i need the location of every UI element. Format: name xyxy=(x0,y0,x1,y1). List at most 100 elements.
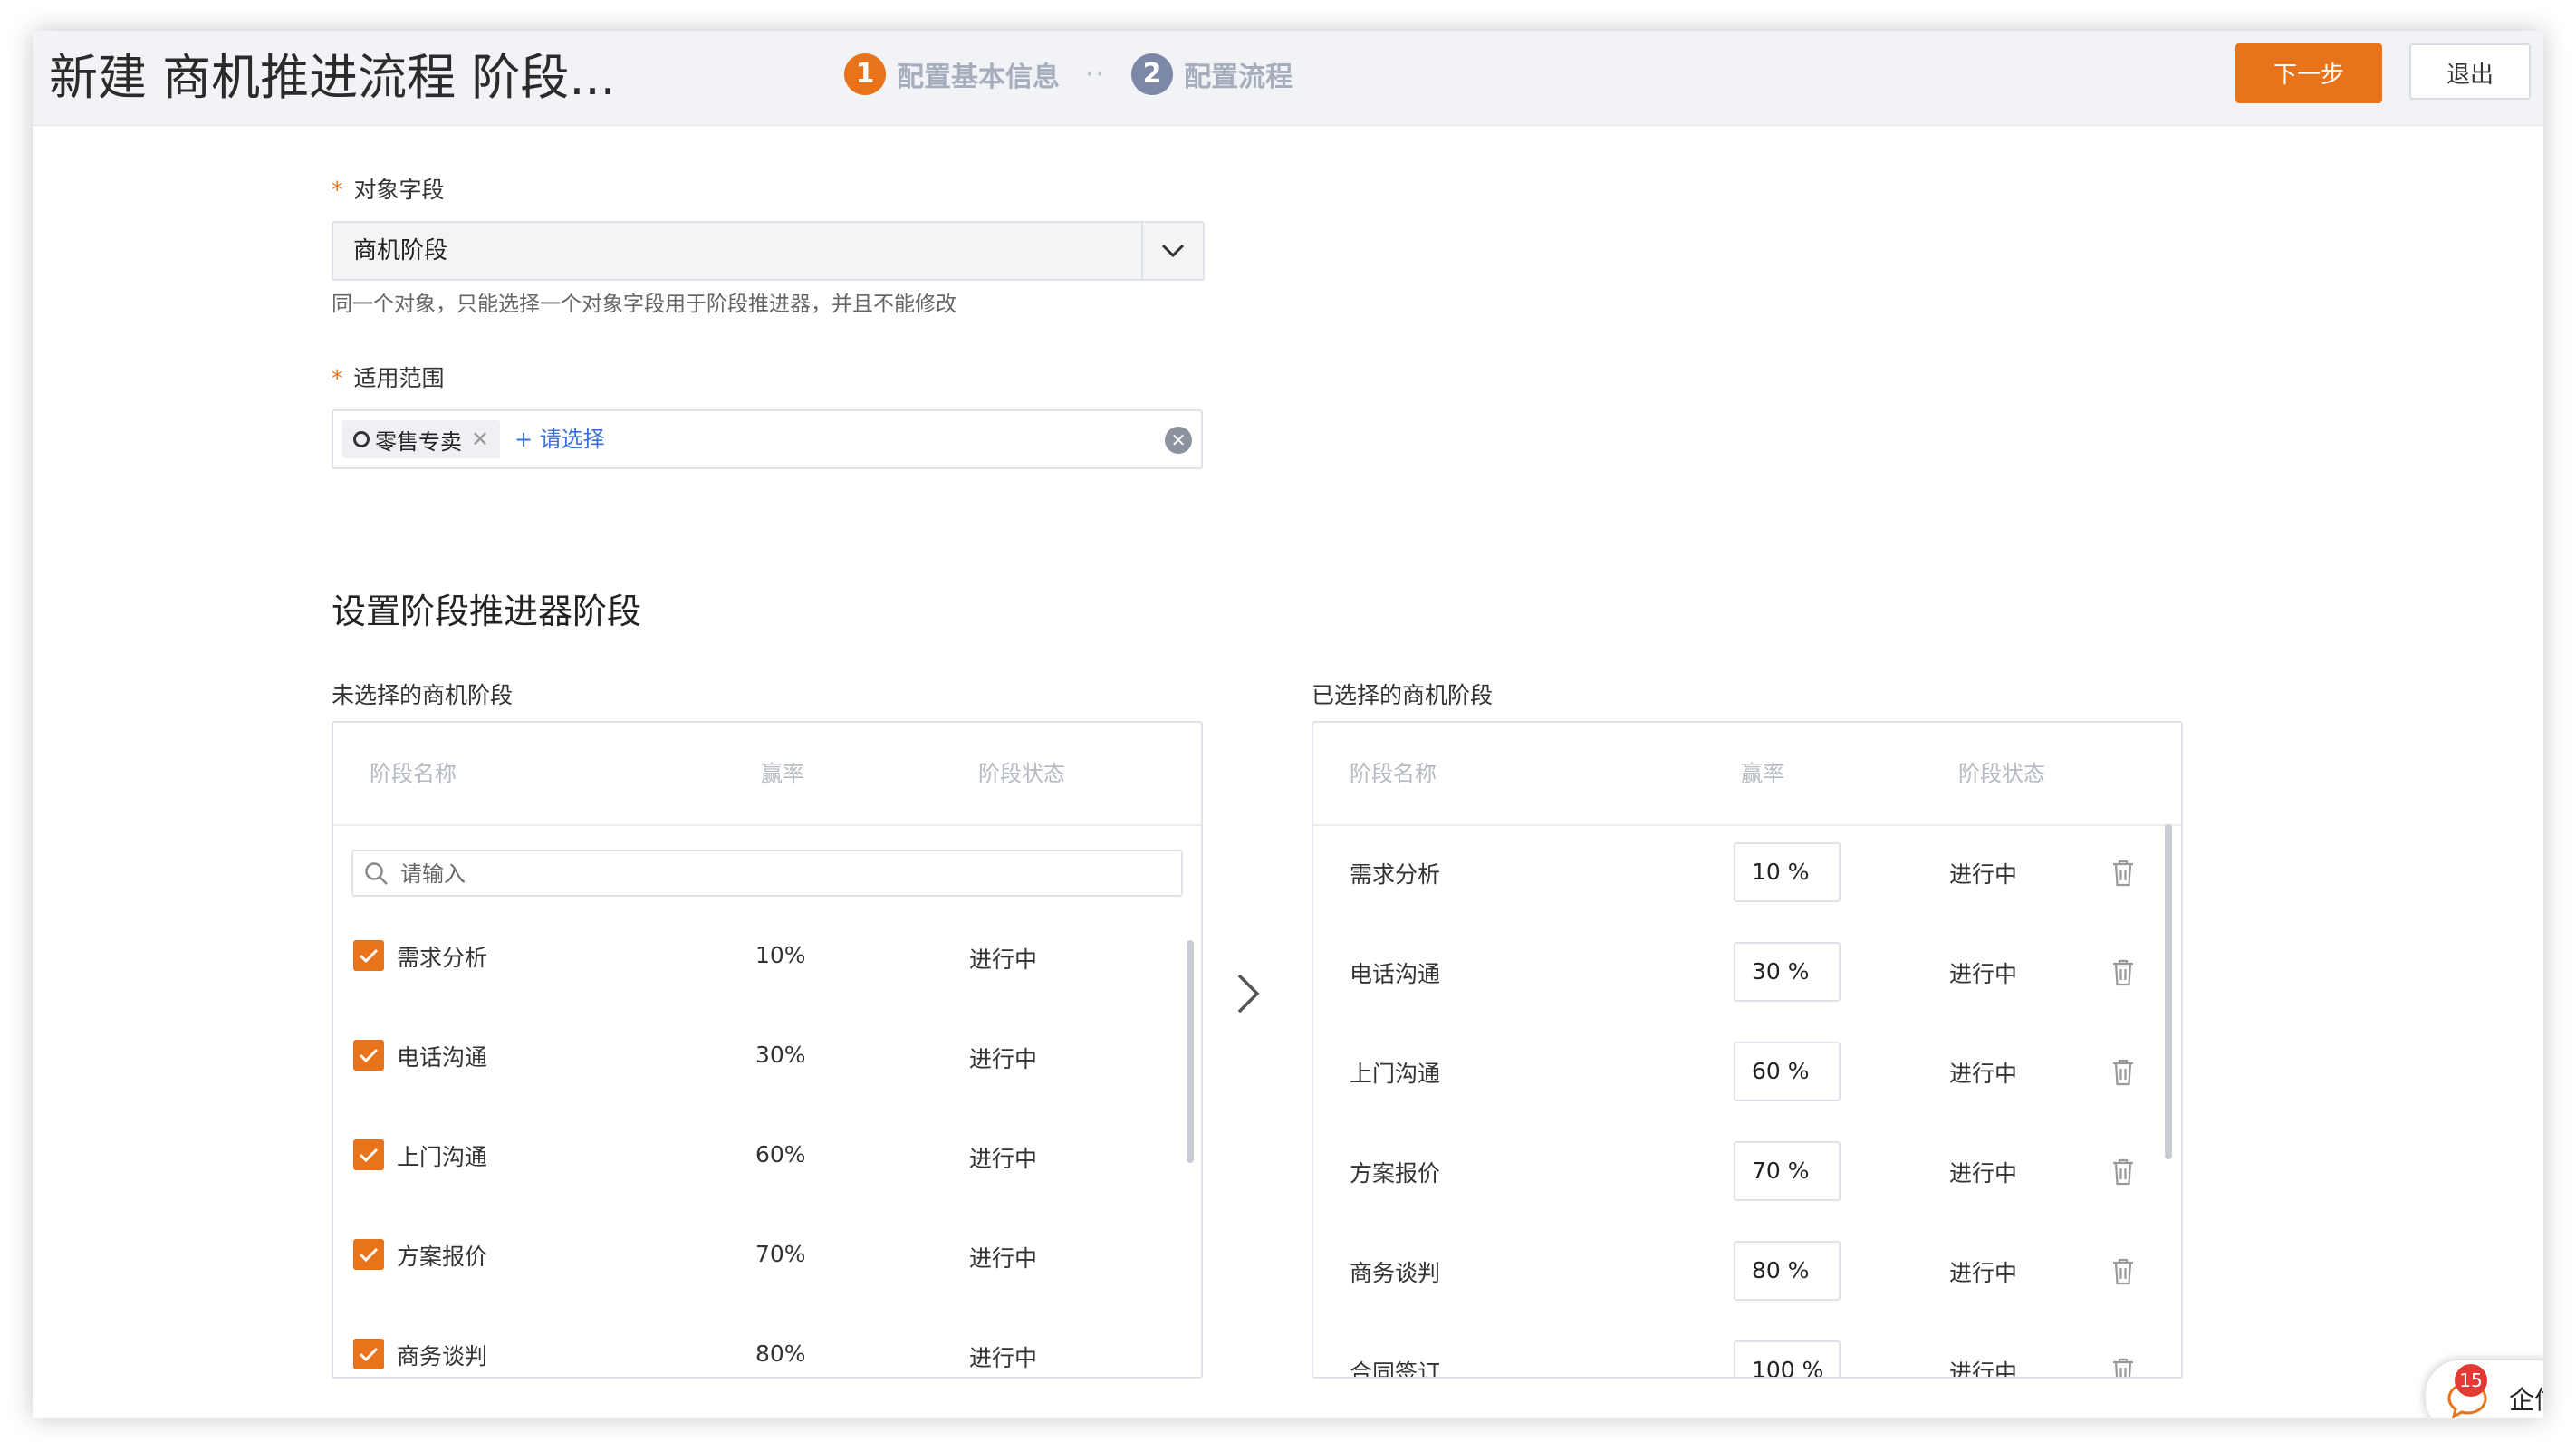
stage-name: 方案报价 xyxy=(1350,1160,1441,1187)
search-icon xyxy=(365,862,388,885)
exit-button[interactable]: 退出 xyxy=(2409,43,2531,100)
win-rate-input[interactable]: 70 % xyxy=(1734,1141,1841,1201)
checkbox-checked[interactable] xyxy=(353,940,384,971)
stage-rate: 30% xyxy=(755,1042,806,1068)
list-item[interactable]: 电话沟通 30% 进行中 xyxy=(333,1020,1201,1119)
header-stage-status: 阶段状态 xyxy=(1958,761,2045,786)
required-mark: * xyxy=(332,365,343,391)
win-rate-input[interactable]: 100 % xyxy=(1734,1340,1841,1377)
win-rate-input[interactable]: 80 % xyxy=(1734,1241,1841,1301)
stage-status: 进行中 xyxy=(969,1345,1038,1371)
step-separator: ·· xyxy=(1085,58,1107,91)
header-win-rate: 赢率 xyxy=(761,761,804,786)
selected-row: 电话沟通 30 % 进行中 xyxy=(1313,924,2181,1023)
scope-select[interactable]: 零售专卖 ✕ + 请选择 ✕ xyxy=(332,409,1203,469)
trash-icon[interactable] xyxy=(2110,859,2136,888)
chat-label: 企信 xyxy=(2509,1385,2543,1415)
selected-panel: 阶段名称 赢率 阶段状态 需求分析 10 % 进行中 电话沟通 30 % 进行中… xyxy=(1312,721,2183,1379)
step-1-number: 1 xyxy=(844,53,886,95)
checkbox-checked[interactable] xyxy=(353,1339,384,1369)
trash-icon[interactable] xyxy=(2110,1257,2136,1286)
stage-status: 进行中 xyxy=(1949,1160,2018,1187)
stage-status: 进行中 xyxy=(1949,861,2018,888)
selected-panel-title: 已选择的商机阶段 xyxy=(1312,682,1494,708)
list-item[interactable]: 需求分析 10% 进行中 xyxy=(333,920,1201,1020)
object-field-label: * 对象字段 xyxy=(332,172,445,205)
header-win-rate: 赢率 xyxy=(1741,761,1784,786)
header-stage-name: 阶段名称 xyxy=(1350,761,1437,786)
checkbox-checked[interactable] xyxy=(353,1040,384,1071)
unselected-panel-title: 未选择的商机阶段 xyxy=(332,682,514,708)
stage-name: 电话沟通 xyxy=(1350,961,1441,987)
scrollbar[interactable] xyxy=(1187,940,1194,1163)
scope-tag-label: 零售专卖 xyxy=(375,428,462,455)
notification-badge: 15 xyxy=(2455,1364,2487,1397)
selected-row: 需求分析 10 % 进行中 xyxy=(1313,824,2181,924)
app-window: 新建 商机推进流程 阶段... 1 配置基本信息 ·· 2 配置流程 下一步 退… xyxy=(33,31,2543,1418)
list-item[interactable]: 商务谈判 80% 进行中 xyxy=(333,1319,1201,1377)
stage-name: 方案报价 xyxy=(397,1244,488,1270)
circle-icon xyxy=(353,431,370,447)
object-field-hint: 同一个对象，只能选择一个对象字段用于阶段推进器，并且不能修改 xyxy=(332,293,956,316)
selected-row: 上门沟通 60 % 进行中 xyxy=(1313,1023,2181,1123)
unselected-table-header: 阶段名称 赢率 阶段状态 xyxy=(333,723,1201,826)
stage-status: 进行中 xyxy=(1949,1360,2018,1379)
unselected-panel: 阶段名称 赢率 阶段状态 需求分析 10% 进行中 电话沟通 30% 进行中 上… xyxy=(332,721,1203,1379)
stage-search-box[interactable] xyxy=(351,850,1183,897)
clear-icon[interactable]: ✕ xyxy=(1165,427,1192,454)
stage-status: 进行中 xyxy=(1949,1061,2018,1087)
chat-widget[interactable]: 15 企信 xyxy=(2424,1359,2543,1418)
header-stage-status: 阶段状态 xyxy=(978,761,1065,786)
header-stage-name: 阶段名称 xyxy=(370,761,457,786)
list-item[interactable]: 方案报价 70% 进行中 xyxy=(333,1219,1201,1319)
stage-status: 进行中 xyxy=(1949,1260,2018,1286)
required-mark: * xyxy=(332,177,343,203)
next-step-button[interactable]: 下一步 xyxy=(2235,43,2382,103)
list-item[interactable]: 上门沟通 60% 进行中 xyxy=(333,1119,1201,1219)
scope-tag: 零售专卖 ✕ xyxy=(342,420,501,458)
selected-row: 合同签订 100 % 进行中 xyxy=(1313,1322,2181,1379)
chevron-right-icon[interactable] xyxy=(1235,973,1261,1014)
stage-name: 商务谈判 xyxy=(1350,1260,1441,1286)
step-2-number: 2 xyxy=(1131,53,1174,95)
trash-icon[interactable] xyxy=(2110,1357,2136,1379)
stage-status: 进行中 xyxy=(969,947,1038,973)
win-rate-input[interactable]: 10 % xyxy=(1734,842,1841,902)
win-rate-input[interactable]: 30 % xyxy=(1734,942,1841,1002)
stage-status: 进行中 xyxy=(969,1245,1038,1272)
section-title: 设置阶段推进器阶段 xyxy=(332,591,642,631)
search-input[interactable] xyxy=(399,851,1163,897)
checkbox-checked[interactable] xyxy=(353,1239,384,1270)
win-rate-input[interactable]: 60 % xyxy=(1734,1042,1841,1101)
stage-rate: 10% xyxy=(755,942,806,968)
stage-rate: 80% xyxy=(755,1340,806,1367)
scrollbar[interactable] xyxy=(2165,824,2172,1159)
object-field-value: 商机阶段 xyxy=(353,237,448,264)
stage-status: 进行中 xyxy=(1949,961,2018,987)
scope-label-text: 适用范围 xyxy=(353,365,445,391)
stage-rate: 70% xyxy=(755,1241,806,1267)
step-indicator: 1 配置基本信息 ·· 2 配置流程 xyxy=(844,49,1318,100)
selected-row: 商务谈判 80 % 进行中 xyxy=(1313,1223,2181,1322)
object-field-select[interactable]: 商机阶段 xyxy=(332,221,1205,281)
tag-close-icon[interactable]: ✕ xyxy=(471,427,489,452)
stage-name: 上门沟通 xyxy=(397,1144,488,1170)
trash-icon[interactable] xyxy=(2110,1158,2136,1187)
checkbox-checked[interactable] xyxy=(353,1139,384,1170)
step-2-label: 配置流程 xyxy=(1184,62,1293,93)
stage-name: 商务谈判 xyxy=(397,1343,488,1369)
top-header: 新建 商机推进流程 阶段... 1 配置基本信息 ·· 2 配置流程 下一步 退… xyxy=(33,31,2543,126)
stage-name: 需求分析 xyxy=(397,945,488,971)
selected-table-header: 阶段名称 赢率 阶段状态 xyxy=(1313,723,2181,826)
object-field-label-text: 对象字段 xyxy=(353,177,445,203)
stage-status: 进行中 xyxy=(969,1046,1038,1072)
stage-rate: 60% xyxy=(755,1141,806,1168)
stage-name: 需求分析 xyxy=(1350,861,1441,888)
trash-icon[interactable] xyxy=(2110,958,2136,987)
stage-name: 电话沟通 xyxy=(397,1044,488,1071)
step-1-label: 配置基本信息 xyxy=(897,62,1060,93)
scope-add-link[interactable]: + 请选择 xyxy=(514,411,605,467)
trash-icon[interactable] xyxy=(2110,1058,2136,1087)
selected-row: 方案报价 70 % 进行中 xyxy=(1313,1123,2181,1223)
chevron-down-icon[interactable] xyxy=(1141,223,1203,279)
